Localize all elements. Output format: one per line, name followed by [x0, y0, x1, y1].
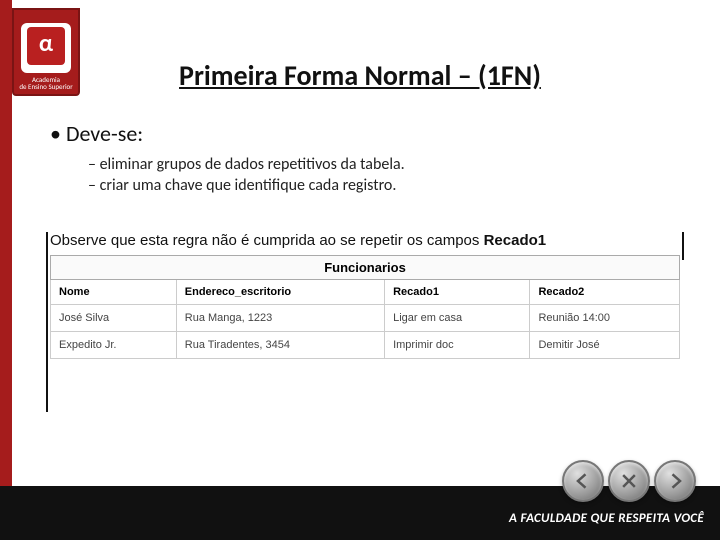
footer-text: A FACULDADE QUE RESPEITA VOCÊ: [509, 511, 704, 526]
close-icon: [619, 471, 639, 491]
content-area: • Deve-se: – eliminar grupos de dados re…: [50, 120, 680, 197]
nav-close-button[interactable]: [608, 460, 650, 502]
observe-text: Observe que esta regra não é cumprida ao…: [50, 232, 680, 249]
col-header: Recado1: [385, 280, 530, 305]
nav-buttons: [562, 460, 696, 502]
sub-bullet-2: – criar uma chave que identifique cada r…: [88, 176, 680, 195]
page-title: Primeira Forma Normal – (1FN): [0, 58, 720, 93]
arrow-right-icon: [665, 471, 685, 491]
col-header: Recado2: [530, 280, 680, 305]
col-header: Nome: [51, 280, 177, 305]
table-header-row: Nome Endereco_escritorio Recado1 Recado2: [51, 280, 680, 305]
table-caption: Funcionarios: [51, 256, 680, 280]
table-row: José Silva Rua Manga, 1223 Ligar em casa…: [51, 305, 680, 332]
nav-next-button[interactable]: [654, 460, 696, 502]
col-header: Endereco_escritorio: [176, 280, 384, 305]
sub-bullet-1: – eliminar grupos de dados repetitivos d…: [88, 155, 680, 174]
divider-left: [46, 232, 48, 412]
divider-right: [682, 232, 684, 260]
table-row: Expedito Jr. Rua Tiradentes, 3454 Imprim…: [51, 332, 680, 359]
nav-prev-button[interactable]: [562, 460, 604, 502]
arrow-left-icon: [573, 471, 593, 491]
bullet-main: • Deve-se:: [50, 120, 680, 147]
data-table: Funcionarios Nome Endereco_escritorio Re…: [50, 255, 680, 359]
table-area: Observe que esta regra não é cumprida ao…: [50, 232, 680, 359]
